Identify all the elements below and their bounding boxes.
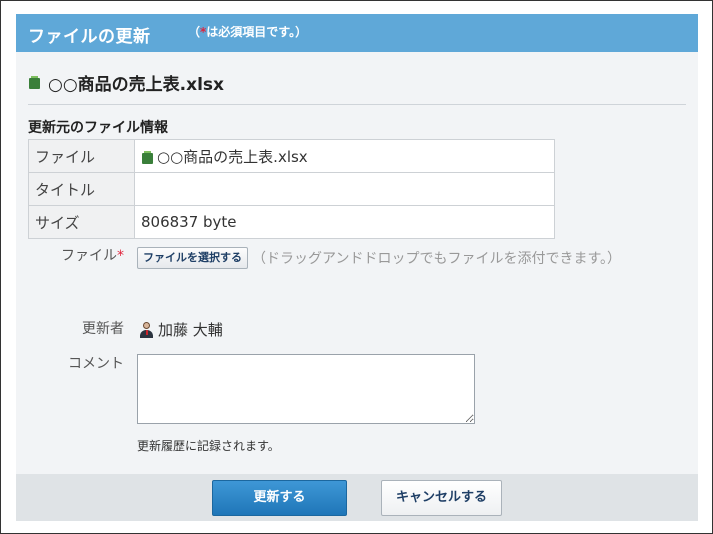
- select-file-button[interactable]: ファイルを選択する: [137, 247, 248, 269]
- comment-textarea[interactable]: [137, 354, 475, 424]
- table-row: サイズ 806837 byte: [28, 205, 555, 239]
- window-frame: ファイルの更新 （*は必須項目です。） ○○商品の売上表.xlsx 更新元のファ…: [0, 0, 713, 534]
- comment-label: コメント: [68, 356, 124, 372]
- history-note: 更新履歴に記録されます。: [137, 439, 280, 453]
- required-note-text: は必須項目です。）: [206, 25, 308, 39]
- update-button[interactable]: 更新する: [212, 480, 347, 516]
- source-file-name: ○○商品の売上表.xlsx: [157, 147, 308, 166]
- required-mark: *: [117, 248, 124, 264]
- file-field-label: ファイル*: [24, 245, 124, 265]
- source-info-title: 更新元のファイル情報: [28, 120, 168, 136]
- row-label-file: ファイル: [28, 139, 135, 173]
- drag-drop-hint: （ドラッグアンドドロップでもファイルを添付できます。）: [252, 251, 622, 267]
- file-heading: ○○商品の売上表.xlsx: [28, 70, 224, 95]
- table-row: ファイル ○○商品の売上表.xlsx: [28, 139, 555, 173]
- row-label-title: タイトル: [28, 172, 135, 206]
- updater-label: 更新者: [82, 321, 124, 337]
- file-heading-name: ○○商品の売上表.xlsx: [48, 75, 225, 95]
- excel-file-icon: [141, 150, 154, 164]
- row-label-size: サイズ: [28, 205, 135, 239]
- row-value-size: 806837 byte: [134, 205, 555, 239]
- file-field-label-text: ファイル: [61, 248, 117, 264]
- update-file-panel: ファイルの更新 （*は必須項目です。） ○○商品の売上表.xlsx 更新元のファ…: [16, 14, 698, 521]
- divider: [28, 104, 686, 105]
- action-bar: 更新する キャンセルする: [16, 474, 698, 521]
- row-value-title: [134, 172, 555, 206]
- required-note-open: （: [188, 25, 201, 39]
- cancel-button[interactable]: キャンセルする: [381, 480, 502, 516]
- row-value-file: ○○商品の売上表.xlsx: [134, 139, 555, 173]
- required-note: （*は必須項目です。）: [188, 23, 307, 40]
- excel-file-icon: [28, 76, 41, 89]
- user-avatar-icon: [138, 321, 155, 338]
- panel-header: ファイルの更新 （*は必須項目です。）: [16, 14, 698, 52]
- page-title: ファイルの更新: [28, 27, 151, 47]
- source-info-table: ファイル ○○商品の売上表.xlsx タイトル サイズ 806837 byte: [28, 139, 555, 239]
- table-row: タイトル: [28, 172, 555, 206]
- updater-name: 加藤 大輔: [158, 321, 223, 339]
- updater-user[interactable]: 加藤 大輔: [138, 319, 223, 340]
